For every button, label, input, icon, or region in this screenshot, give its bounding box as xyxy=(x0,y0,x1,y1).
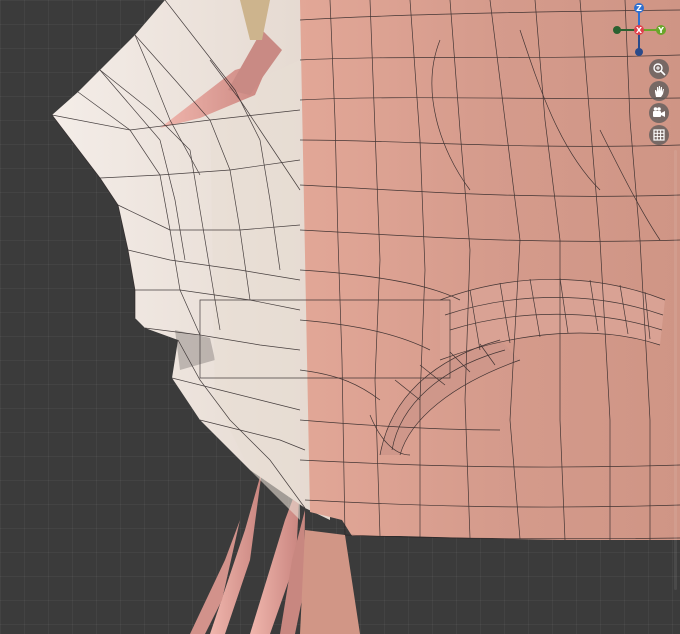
3d-viewport[interactable]: Z X Y xyxy=(0,0,680,634)
zoom-icon xyxy=(653,63,666,76)
camera-view-button[interactable] xyxy=(649,103,669,123)
gizmo-y-label: Y xyxy=(657,26,664,35)
gizmo-z-label: Z xyxy=(636,4,642,13)
pan-button[interactable] xyxy=(649,81,669,101)
viewport-scrollbar[interactable] xyxy=(674,150,677,590)
orthographic-toggle-button[interactable] xyxy=(649,125,669,145)
zoom-button[interactable] xyxy=(649,59,669,79)
gizmo-neg-y-axis[interactable] xyxy=(613,26,621,34)
hand-icon xyxy=(655,86,664,97)
camera-icon xyxy=(653,107,665,117)
gizmo-x-label: X xyxy=(636,26,643,35)
navigation-gizmo[interactable]: Z X Y xyxy=(606,0,668,62)
hair-mesh xyxy=(52,0,330,520)
mesh-scene[interactable] xyxy=(0,0,680,634)
grid-icon xyxy=(653,129,665,141)
gizmo-neg-z-axis[interactable] xyxy=(635,48,643,56)
